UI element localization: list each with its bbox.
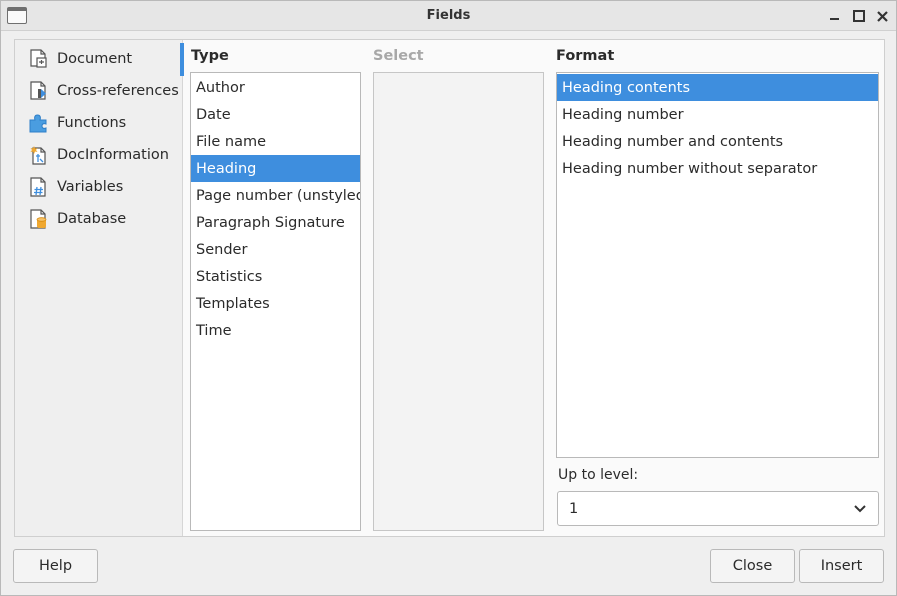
sidebar-item-label: Document <box>57 51 133 67</box>
sidebar-item-variables[interactable]: Variables <box>29 175 179 199</box>
close-icon <box>876 10 888 22</box>
title-bar[interactable]: Fields <box>1 1 896 31</box>
type-item-time[interactable]: Time <box>191 317 360 344</box>
type-item-page-number[interactable]: Page number (unstyled) <box>191 182 360 209</box>
close-window-button[interactable] <box>874 8 890 24</box>
field-category-sidebar: Document Cross-references Functions DocI… <box>15 40 183 536</box>
sidebar-item-label: Cross-references <box>57 83 179 99</box>
cross-reference-icon <box>30 81 46 100</box>
sidebar-item-docinformation[interactable]: DocInformation <box>29 143 179 167</box>
level-label: Up to level: <box>558 467 639 483</box>
minimize-button[interactable] <box>826 8 842 24</box>
type-column-header: Type <box>191 48 229 64</box>
variable-icon <box>30 177 46 197</box>
sidebar-item-document[interactable]: Document <box>29 47 179 71</box>
type-list[interactable]: Author Date File name Heading Page numbe… <box>190 72 361 531</box>
sidebar-item-label: DocInformation <box>57 147 169 163</box>
format-item-heading-contents[interactable]: Heading contents <box>557 74 878 101</box>
sidebar-item-database[interactable]: Database <box>29 207 179 231</box>
insert-button[interactable]: Insert <box>799 549 884 583</box>
format-item-heading-number[interactable]: Heading number <box>557 101 878 128</box>
level-dropdown[interactable]: 1 <box>557 491 879 526</box>
select-column-header: Select <box>373 48 424 64</box>
help-button[interactable]: Help <box>13 549 98 583</box>
sidebar-item-label: Database <box>57 211 127 227</box>
format-item-heading-number-without-separator[interactable]: Heading number without separator <box>557 155 878 182</box>
type-item-statistics[interactable]: Statistics <box>191 263 360 290</box>
sidebar-item-functions[interactable]: Functions <box>29 111 179 135</box>
type-item-date[interactable]: Date <box>191 101 360 128</box>
database-icon <box>30 209 47 229</box>
puzzle-icon <box>29 114 47 133</box>
format-column-header: Format <box>556 48 615 64</box>
select-list <box>373 72 544 531</box>
type-item-author[interactable]: Author <box>191 74 360 101</box>
type-item-templates[interactable]: Templates <box>191 290 360 317</box>
maximize-button[interactable] <box>851 8 867 24</box>
active-category-indicator <box>180 43 184 76</box>
close-button[interactable]: Close <box>710 549 795 583</box>
content-frame: Document Cross-references Functions DocI… <box>14 39 885 537</box>
format-item-heading-number-and-contents[interactable]: Heading number and contents <box>557 128 878 155</box>
sidebar-item-cross-references[interactable]: Cross-references <box>29 79 179 103</box>
fields-dialog: Fields Document Cross-references Functio… <box>0 0 897 596</box>
type-item-heading[interactable]: Heading <box>191 155 360 182</box>
document-icon <box>30 49 47 68</box>
level-value: 1 <box>569 500 579 517</box>
sidebar-item-label: Functions <box>57 115 127 131</box>
type-item-file-name[interactable]: File name <box>191 128 360 155</box>
type-item-sender[interactable]: Sender <box>191 236 360 263</box>
window-title: Fields <box>426 8 471 23</box>
sidebar-item-label: Variables <box>57 179 124 195</box>
chevron-down-icon <box>854 505 866 513</box>
doc-info-icon <box>30 146 46 165</box>
type-item-paragraph-signature[interactable]: Paragraph Signature <box>191 209 360 236</box>
format-list[interactable]: Heading contents Heading number Heading … <box>556 72 879 458</box>
